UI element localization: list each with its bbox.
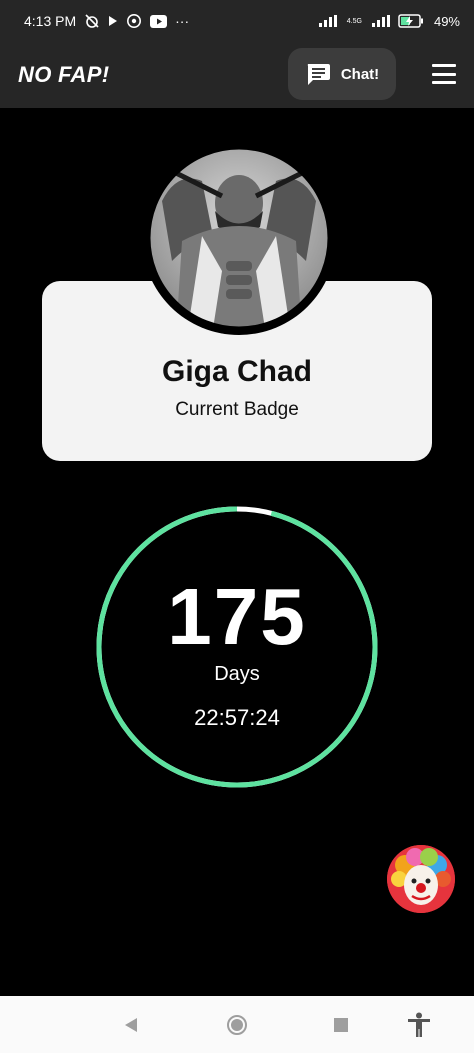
profile-name: Giga Chad [161,355,312,388]
recents-icon[interactable] [328,1012,354,1038]
youtube-icon [150,14,168,28]
clown-avatar-button[interactable] [387,845,455,913]
chat-button[interactable]: Chat! [288,48,396,100]
signal-icon [371,15,390,27]
signal-icon [318,15,337,27]
app-bar: NO FAP! Chat! [0,42,474,108]
whatsapp-icon [126,13,142,29]
chat-button-label: Chat! [340,65,380,83]
app-screen: 4:13 PM ··· 4.5G 49% NO FAP! Chat! Giga … [0,0,474,1053]
menu-line [432,72,456,76]
battery-percent: 49% [433,13,460,29]
profile-avatar[interactable] [142,141,336,335]
play-icon [108,15,118,27]
mute-alarm-icon [84,13,100,29]
current-badge-label: Current Badge [175,399,299,420]
status-bar-left: 4:13 PM ··· [24,13,189,29]
system-nav-bar [0,996,474,1053]
days-label: Days [214,663,260,685]
streak-timer: 22:57:24 [194,705,280,730]
days-count: 175 [167,572,307,661]
home-icon[interactable] [224,1012,250,1038]
menu-line [432,81,456,84]
hamburger-menu-icon[interactable] [432,64,456,84]
network-type-label: 4.5G [346,17,362,25]
more-dots-icon: ··· [175,13,190,29]
battery-charging-icon [398,14,424,28]
status-bar-right: 4.5G 49% [318,13,460,29]
status-time: 4:13 PM [24,13,77,29]
chat-icon [305,62,331,86]
streak-progress-ring: 175 Days 22:57:24 [95,505,379,789]
app-title: NO FAP! [18,62,110,87]
status-bar: 4:13 PM ··· 4.5G 49% [0,0,474,42]
back-icon[interactable] [118,1012,144,1038]
menu-line [432,64,456,67]
accessibility-icon[interactable] [406,1012,432,1038]
